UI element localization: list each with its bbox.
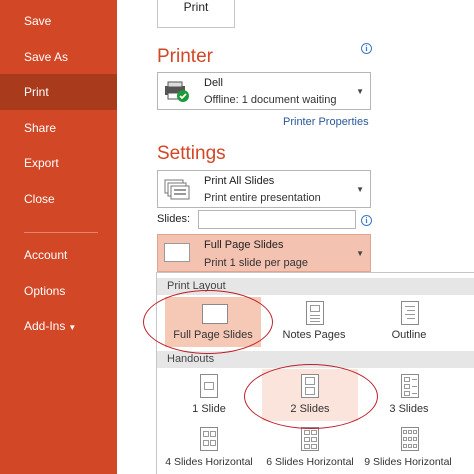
- option-label: 1 Slide: [192, 403, 226, 415]
- printer-icon: [165, 81, 189, 102]
- nav-item-print[interactable]: Print: [0, 74, 117, 110]
- print-button[interactable]: Print: [157, 0, 235, 28]
- slides-input[interactable]: [198, 210, 356, 229]
- nav-item-add-ins[interactable]: Add-Ins ▼: [0, 308, 117, 344]
- option-label: Notes Pages: [282, 329, 346, 341]
- six-slides-icon: [301, 427, 319, 451]
- print-layout-dropdown[interactable]: Full Page Slides Print 1 slide per page …: [157, 234, 371, 272]
- printer-status: Offline: 1 document waiting: [204, 94, 337, 106]
- print-range-main: Print All Slides: [204, 175, 275, 187]
- option-4-slides-horizontal[interactable]: 4 Slides Horizontal: [161, 423, 257, 473]
- slides-label: Slides:: [157, 213, 191, 225]
- backstage-nav: Save Save As Print Share Export Close Ac…: [0, 0, 117, 474]
- option-label: 6 Slides Horizontal: [266, 456, 354, 468]
- printer-section-title: Printer: [157, 46, 213, 67]
- option-1-slide[interactable]: 1 Slide: [161, 369, 257, 421]
- nav-item-export[interactable]: Export: [0, 145, 117, 181]
- printer-dropdown[interactable]: Dell Offline: 1 document waiting ▼: [157, 72, 371, 110]
- notes-pages-icon: [306, 301, 324, 325]
- option-label: 4 Slides Horizontal: [165, 456, 253, 468]
- settings-section-title: Settings: [157, 143, 226, 164]
- nine-slides-icon: [401, 427, 419, 451]
- chevron-down-icon: ▼: [68, 323, 77, 332]
- nav-item-save-as[interactable]: Save As: [0, 39, 117, 75]
- backstage-print-view: Save Save As Print Share Export Close Ac…: [0, 0, 474, 474]
- option-label: Outline: [391, 329, 427, 341]
- print-layout-sub: Print 1 slide per page: [204, 257, 308, 269]
- outline-icon: [401, 301, 419, 325]
- option-9-slides-horizontal[interactable]: 9 Slides Horizontal: [361, 423, 457, 473]
- option-outline[interactable]: Outline: [361, 297, 457, 347]
- print-range-sub: Print entire presentation: [204, 192, 321, 204]
- print-layout-main: Full Page Slides: [204, 239, 284, 251]
- chevron-down-icon: ▼: [356, 249, 364, 258]
- annotation-circle-2-slides: [244, 364, 378, 429]
- option-notes-pages[interactable]: Notes Pages: [266, 297, 362, 347]
- option-label: 9 Slides Horizontal: [364, 456, 452, 468]
- printer-properties-link[interactable]: Printer Properties: [283, 116, 369, 128]
- nav-item-account[interactable]: Account: [0, 237, 117, 273]
- chevron-down-icon: ▼: [356, 185, 364, 194]
- nav-item-add-ins-label: Add-Ins: [24, 319, 66, 333]
- printer-name: Dell: [204, 77, 223, 89]
- annotation-circle-full-page-slides: [143, 290, 273, 354]
- one-slide-icon: [200, 374, 218, 398]
- nav-item-save[interactable]: Save: [0, 3, 117, 39]
- option-6-slides-horizontal[interactable]: 6 Slides Horizontal: [262, 423, 358, 473]
- info-icon[interactable]: i: [361, 215, 372, 226]
- nav-item-close[interactable]: Close: [0, 181, 117, 217]
- nav-item-share[interactable]: Share: [0, 110, 117, 146]
- print-layout-gallery: Print Layout Full Page Slides Notes Page…: [143, 272, 474, 474]
- four-slides-icon: [200, 427, 218, 451]
- all-slides-icon: [164, 179, 190, 200]
- full-page-slide-icon: [164, 243, 190, 262]
- print-range-dropdown[interactable]: Print All Slides Print entire presentati…: [157, 170, 371, 208]
- nav-item-options[interactable]: Options: [0, 273, 117, 309]
- chevron-down-icon: ▼: [356, 87, 364, 96]
- three-slides-icon: [401, 374, 419, 398]
- info-icon[interactable]: i: [361, 43, 372, 54]
- nav-divider: [24, 232, 98, 233]
